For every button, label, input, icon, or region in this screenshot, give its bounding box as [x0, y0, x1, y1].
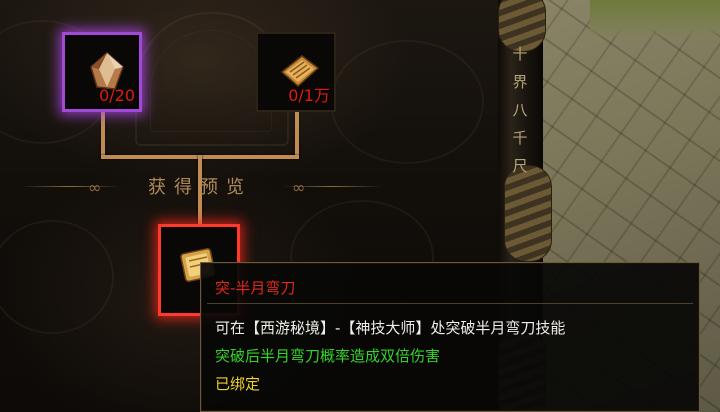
material-count: 0/20	[99, 86, 135, 105]
world-map-grass	[590, 0, 720, 40]
pillar-inscription: 十界八千尺	[512, 45, 528, 175]
divider-left	[20, 186, 120, 187]
game-scene: 十界八千尺 0/20 0/1万 ∞ 获得预览 ∞ 突-半月弯刀 可在【西游秘境】…	[0, 0, 720, 412]
scroll-ornament-right-icon: ∞	[292, 178, 306, 197]
connector-left-vertical	[101, 112, 105, 158]
tooltip-description: 可在【西游秘境】-【神技大师】处突破半月弯刀技能	[215, 319, 566, 337]
divider-right	[282, 186, 382, 187]
scroll-ornament-left-icon: ∞	[88, 178, 102, 197]
item-tooltip: 突-半月弯刀 可在【西游秘境】-【神技大师】处突破半月弯刀技能 突破后半月弯刀概…	[200, 262, 700, 412]
tooltip-item-name: 突-半月弯刀	[215, 279, 296, 297]
tooltip-effect: 突破后半月弯刀概率造成双倍伤害	[215, 347, 441, 365]
material-count: 0/1万	[288, 86, 330, 105]
dragon-ornament-right	[330, 40, 484, 164]
material-slot-crystal[interactable]: 0/20	[62, 32, 142, 112]
connector-right-vertical	[295, 112, 299, 158]
material-slot-scroll[interactable]: 0/1万	[256, 32, 336, 112]
tooltip-divider	[207, 303, 693, 304]
tooltip-bind-status: 已绑定	[215, 375, 261, 393]
preview-label: 获得预览	[148, 177, 252, 198]
crystal-ore-icon	[90, 52, 124, 90]
dragon-ornament-lower-left	[0, 220, 114, 334]
